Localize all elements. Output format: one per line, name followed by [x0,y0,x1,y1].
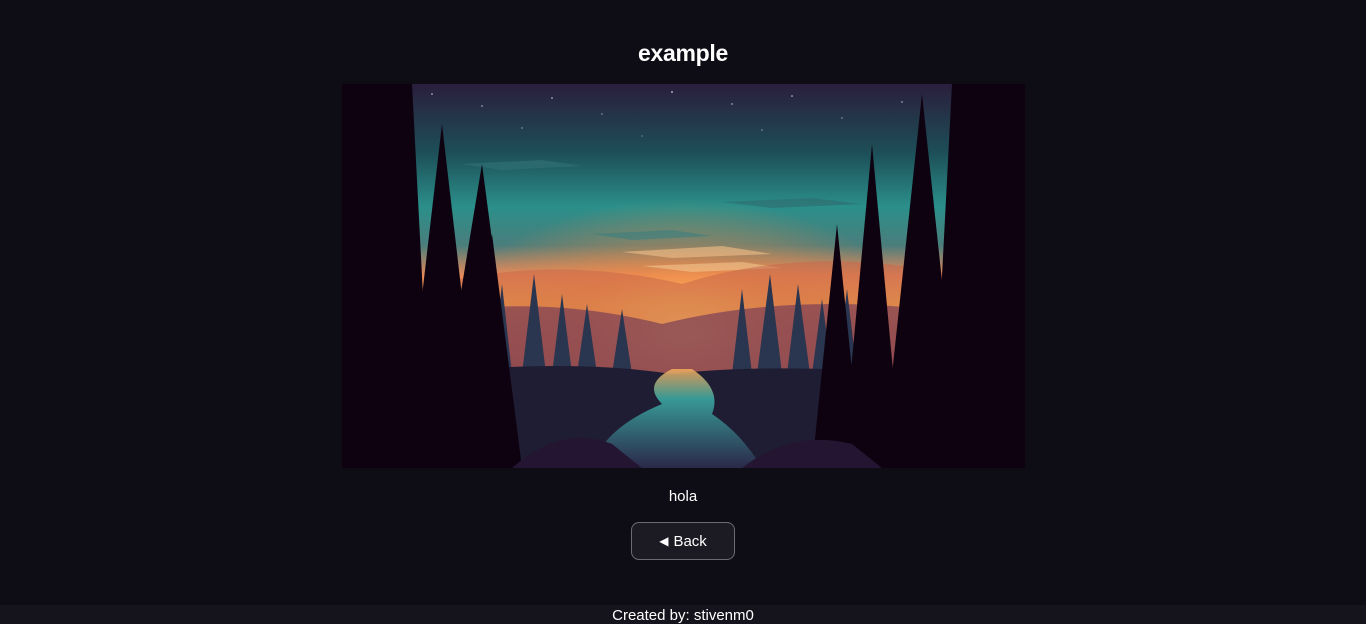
hero-image [342,84,1025,468]
forest-sunset-illustration [342,84,1025,468]
footer: Created by: stivenm0 [0,605,1366,624]
back-button[interactable]: ◀ Back [631,522,735,560]
back-arrow-icon: ◀ [659,534,669,548]
footer-credit: Created by: stivenm0 [612,607,754,624]
image-caption: hola [668,488,698,505]
back-button-label: Back [673,532,707,550]
page-title: example [638,40,728,66]
page: example hola ◀ Back Created by: stivenm0 [0,0,1366,624]
